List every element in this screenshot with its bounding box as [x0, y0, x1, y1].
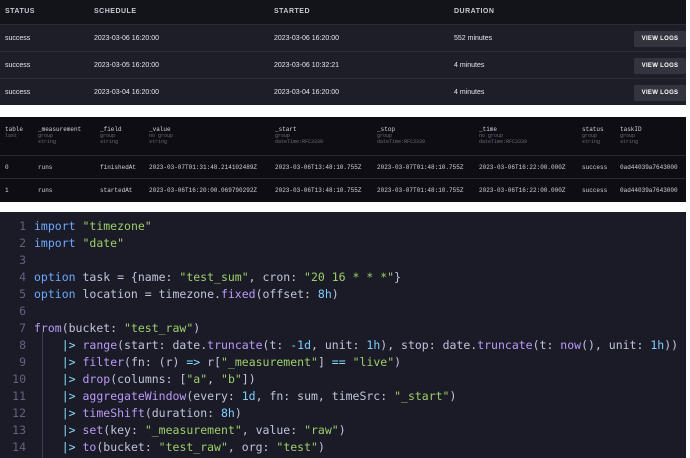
code-line[interactable]: |> set(key: "_measurement", value: "raw"… — [34, 423, 346, 437]
line-number: 4 — [19, 270, 26, 284]
run-status: success — [5, 62, 31, 69]
view-logs-button[interactable]: VIEW LOGS — [634, 58, 686, 74]
column-header-stop[interactable]: _stop group dateTime:RFC3339 — [377, 126, 425, 145]
run-row: success 2023-03-05 16:20:00 2023-03-06 1… — [0, 51, 686, 78]
column-header-field[interactable]: _field group string — [100, 126, 122, 145]
cell-start: 2023-03-06T13:48:10.755Z — [275, 164, 362, 171]
column-header-table[interactable]: table last — [5, 126, 23, 139]
line-number: 14 — [12, 440, 26, 454]
column-header-start[interactable]: _start group dateTime:RFC3339 — [275, 126, 323, 145]
cell-status: success — [582, 187, 608, 194]
cell-measurement: runs — [38, 187, 53, 194]
run-row: success 2023-03-04 16:20:00 2023-03-04 1… — [0, 78, 686, 105]
cell-status: success — [582, 164, 608, 171]
run-row: success 2023-03-06 16:20:00 2023-03-06 1… — [0, 24, 686, 51]
line-number: 12 — [12, 406, 26, 420]
code-line[interactable]: |> timeShift(duration: 8h) — [34, 406, 242, 420]
line-number: 13 — [12, 423, 26, 437]
run-duration: 552 minutes — [454, 35, 493, 42]
cell-stop: 2023-03-07T01:48:10.755Z — [377, 187, 464, 194]
cell-taskid: 0ad44039a7643000 — [620, 187, 678, 194]
run-status: success — [5, 35, 31, 42]
view-logs-button[interactable]: VIEW LOGS — [634, 85, 686, 101]
line-number: 1 — [19, 219, 26, 233]
column-header-taskid[interactable]: taskID group string — [620, 126, 642, 145]
column-header-status[interactable]: status group string — [582, 126, 604, 145]
column-header-measurement[interactable]: _measurement group string — [38, 126, 81, 145]
cell-field: startedAt — [100, 187, 133, 194]
line-number: 9 — [19, 355, 26, 369]
run-schedule: 2023-03-04 16:20:00 — [94, 89, 159, 96]
run-status: success — [5, 89, 31, 96]
line-number: 5 — [19, 287, 26, 301]
code-line[interactable]: import "timezone" — [34, 219, 152, 233]
run-schedule: 2023-03-05 16:20:00 — [94, 62, 159, 69]
cell-field: finishedAt — [100, 164, 137, 171]
run-duration: 4 minutes — [454, 89, 485, 96]
column-header-value[interactable]: _value no group string — [149, 126, 173, 145]
code-line[interactable]: option task = {name: "test_sum", cron: "… — [34, 270, 401, 284]
column-header-time[interactable]: _time no group dateTime:RFC3339 — [479, 126, 527, 145]
line-number: 3 — [19, 253, 26, 267]
run-started: 2023-03-06 10:32:21 — [274, 62, 339, 69]
cell-taskid: 0ad44039a7643000 — [620, 164, 678, 171]
line-number: 10 — [12, 372, 26, 386]
code-line[interactable]: |> filter(fn: (r) => r["_measurement"] =… — [34, 355, 401, 369]
line-number: 8 — [19, 338, 26, 352]
code-line[interactable]: option location = timezone.fixed(offset:… — [34, 287, 339, 301]
cell-table: 1 — [5, 187, 9, 194]
code-line[interactable]: |> aggregateWindow(every: 1d, fn: sum, t… — [34, 389, 457, 403]
code-line[interactable]: import "date" — [34, 236, 124, 250]
cell-start: 2023-03-06T13:48:10.755Z — [275, 187, 362, 194]
column-header-status[interactable]: STATUS — [5, 8, 35, 15]
cell-stop: 2023-03-07T01:48:10.755Z — [377, 164, 464, 171]
code-editor[interactable]: 1 2 3 4 5 6 7 8 9 10 11 12 13 14 import … — [0, 212, 686, 458]
run-duration: 4 minutes — [454, 62, 485, 69]
cell-time: 2023-03-06T16:22:00.000Z — [479, 187, 566, 194]
column-header-schedule[interactable]: SCHEDULE — [94, 8, 137, 15]
raw-data-table: table last _measurement group string _field… — [0, 117, 686, 202]
code-line[interactable]: |> drop(columns: ["a", "b"]) — [34, 372, 256, 386]
cell-value: 2023-03-06T16:20:00.069790292Z — [149, 187, 258, 194]
line-number: 6 — [19, 304, 26, 318]
runs-table-header: STATUS SCHEDULE STARTED DURATION — [0, 0, 686, 24]
cell-time: 2023-03-06T16:22:00.000Z — [479, 164, 566, 171]
table-row: 0 runs finishedAt 2023-03-07T01:31:48.21… — [0, 155, 686, 178]
line-number: 7 — [19, 321, 26, 335]
column-header-duration[interactable]: DURATION — [454, 8, 494, 15]
run-started: 2023-03-04 16:20:00 — [274, 89, 339, 96]
column-header-started[interactable]: STARTED — [274, 8, 310, 15]
cell-measurement: runs — [38, 164, 53, 171]
table-row: 1 runs startedAt 2023-03-06T16:20:00.069… — [0, 178, 686, 201]
cell-value: 2023-03-07T01:31:48.214102489Z — [149, 164, 258, 171]
view-logs-button[interactable]: VIEW LOGS — [634, 31, 686, 47]
run-schedule: 2023-03-06 16:20:00 — [94, 35, 159, 42]
code-line[interactable]: |> to(bucket: "test_raw", org: "test") — [34, 440, 325, 454]
code-line[interactable]: from(bucket: "test_raw") — [34, 321, 200, 335]
line-number: 11 — [12, 389, 26, 403]
cell-table: 0 — [5, 164, 9, 171]
code-line[interactable]: |> range(start: date.truncate(t: -1d, un… — [34, 338, 678, 352]
run-started: 2023-03-06 16:20:00 — [274, 35, 339, 42]
task-runs-table: STATUS SCHEDULE STARTED DURATION success… — [0, 0, 686, 105]
line-number: 2 — [19, 236, 26, 250]
